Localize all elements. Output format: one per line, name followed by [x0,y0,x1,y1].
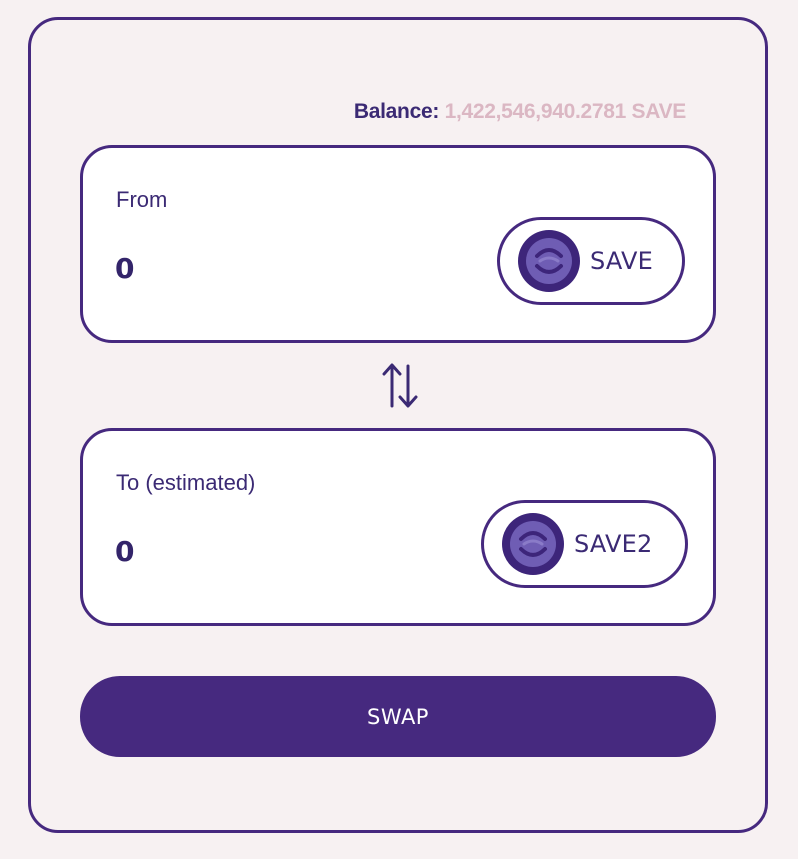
to-token-selector[interactable]: SAVE2 [481,500,688,588]
to-card: To (estimated) SAVE2 [80,428,716,626]
balance-display: Balance: 1,422,546,940.2781 SAVE [354,100,686,124]
from-card: From SAVE [80,145,716,343]
from-amount-input[interactable] [115,246,415,290]
swap-arrows-icon[interactable] [378,360,422,410]
to-amount-input[interactable] [115,529,415,573]
from-token-name: SAVE [590,247,653,275]
from-label: From [116,187,168,212]
swap-button[interactable]: SWAP [80,676,716,757]
balance-label: Balance: [353,100,440,123]
from-token-selector[interactable]: SAVE [497,217,685,305]
save-token-icon [502,513,564,575]
save-token-icon [518,230,580,292]
to-token-name: SAVE2 [574,530,653,558]
balance-value: 1,422,546,940.2781 SAVE [444,100,687,123]
to-label: To (estimated) [116,470,256,495]
